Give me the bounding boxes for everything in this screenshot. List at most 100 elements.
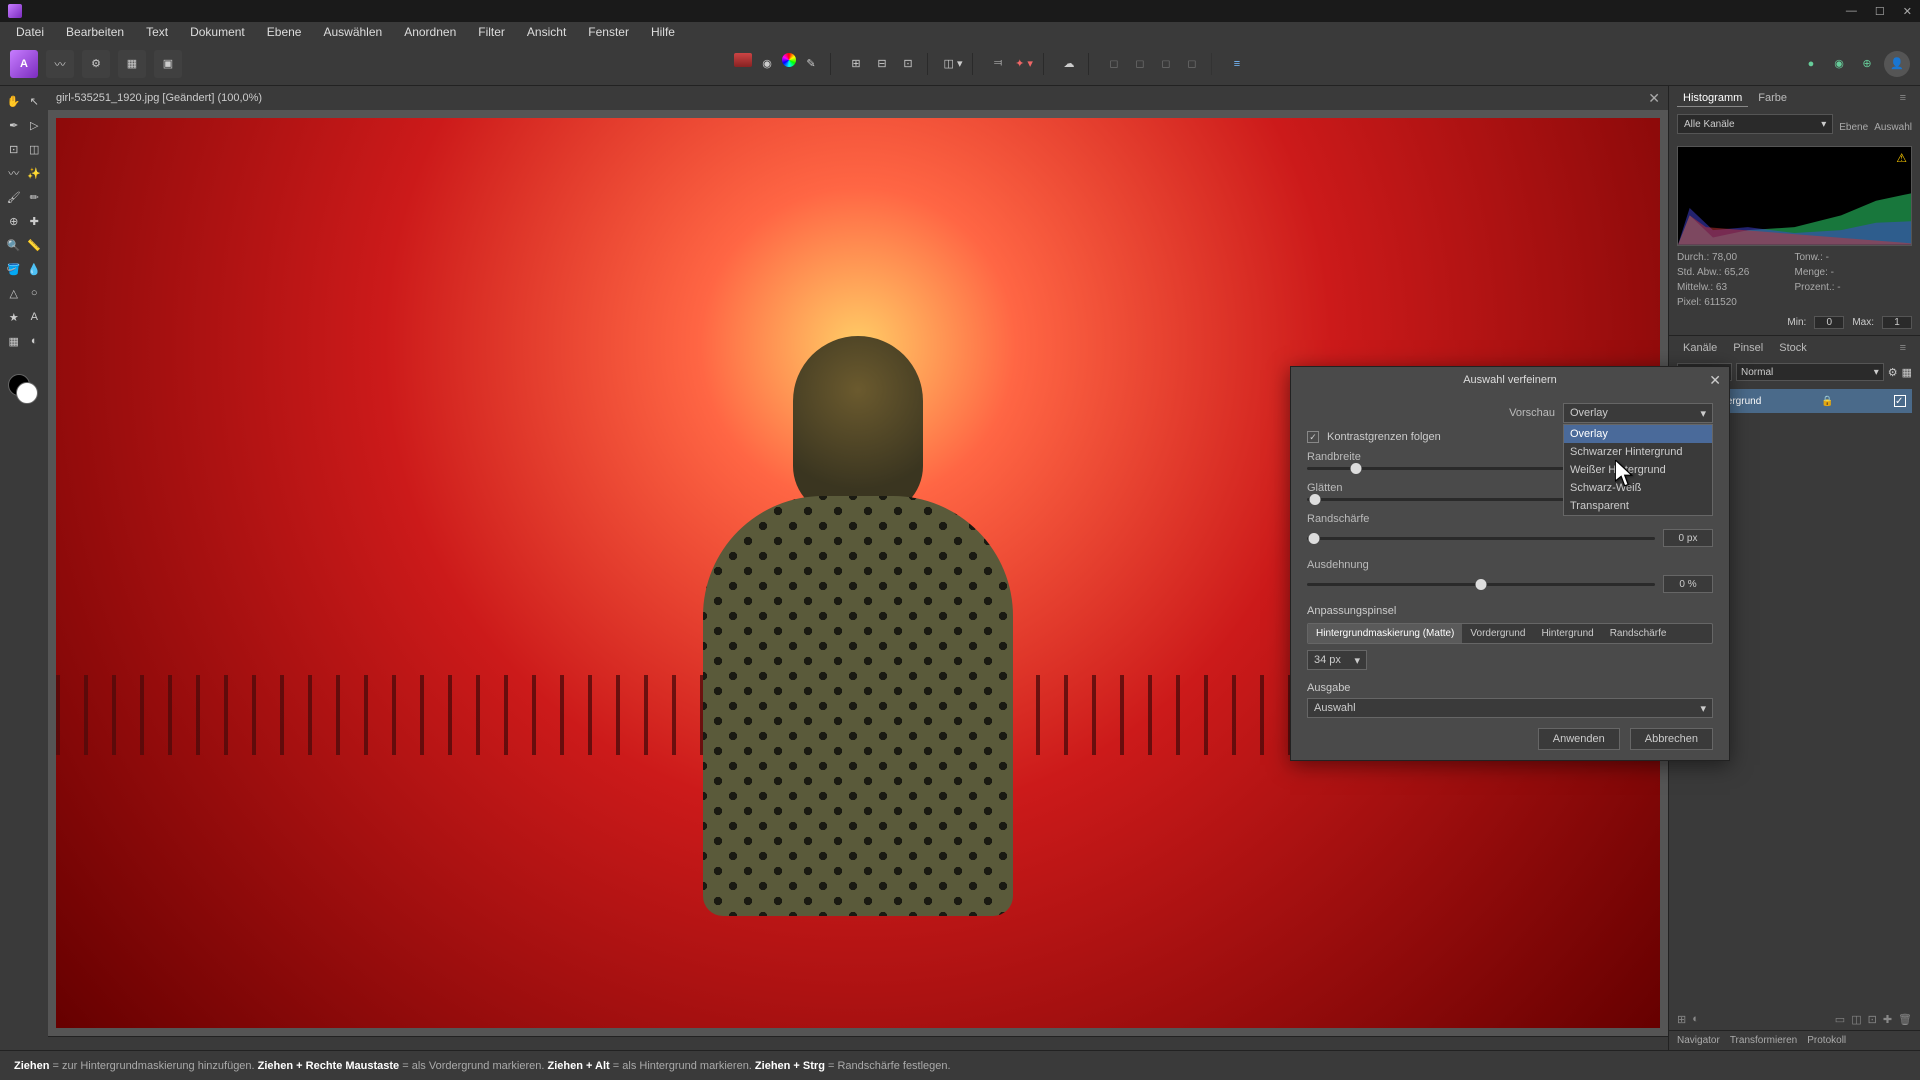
minimize-button[interactable]: — — [1846, 5, 1857, 18]
menu-auswaehlen[interactable]: Auswählen — [313, 23, 392, 41]
h-scrollbar[interactable] — [48, 1036, 1668, 1050]
color-swatch[interactable] — [8, 374, 38, 404]
align-icon[interactable]: ⫤ — [987, 53, 1009, 75]
marquee-tool[interactable]: ◫ — [26, 139, 44, 159]
li5-icon[interactable]: ⊡ — [1868, 1013, 1877, 1026]
opt-transparent[interactable]: Transparent — [1564, 497, 1712, 515]
circ3-icon[interactable]: ⊕ — [1856, 53, 1878, 75]
tab-stock[interactable]: Stock — [1773, 340, 1813, 356]
tab-pinsel[interactable]: Pinsel — [1727, 340, 1769, 356]
cloud-icon[interactable]: ☁ — [1058, 53, 1080, 75]
expand-value[interactable]: 0 % — [1663, 575, 1713, 593]
min-input[interactable] — [1814, 316, 1844, 329]
menu-ebene[interactable]: Ebene — [257, 23, 312, 41]
max-input[interactable] — [1882, 316, 1912, 329]
brush-tool[interactable]: 🖌 — [5, 187, 23, 207]
panel-menu2-icon[interactable]: ≡ — [1894, 340, 1912, 356]
list-icon[interactable]: ≡ — [1226, 53, 1248, 75]
mode-foreground[interactable]: Vordergrund — [1462, 624, 1533, 643]
menu-text[interactable]: Text — [136, 23, 178, 41]
menu-bearbeiten[interactable]: Bearbeiten — [56, 23, 134, 41]
tab-farbe[interactable]: Farbe — [1752, 90, 1793, 106]
hist-auswahl[interactable]: Auswahl — [1874, 122, 1912, 133]
li4-icon[interactable]: ◫ — [1851, 1013, 1861, 1026]
tab-histogramm[interactable]: Histogramm — [1677, 90, 1748, 107]
text-tool[interactable]: A — [26, 307, 44, 327]
layer-lock-icon[interactable]: 🔒 — [1821, 396, 1833, 407]
menu-hilfe[interactable]: Hilfe — [641, 23, 685, 41]
pen-tool[interactable]: ✒ — [5, 115, 23, 135]
feather-value[interactable]: 0 px — [1663, 529, 1713, 547]
hist-ebene[interactable]: Ebene — [1839, 122, 1868, 133]
li1-icon[interactable]: ⊞ — [1677, 1013, 1686, 1026]
magic-tool[interactable]: ✨ — [26, 163, 44, 183]
export-icon[interactable]: ▣ — [154, 50, 182, 78]
mode-background[interactable]: Hintergrund — [1533, 624, 1601, 643]
snap-icon[interactable]: ✦ ▾ — [1013, 53, 1035, 75]
opt-bw[interactable]: Schwarz-Weiß — [1564, 479, 1712, 497]
cancel-button[interactable]: Abbrechen — [1630, 728, 1713, 750]
eyedropper-icon[interactable]: ✎ — [800, 53, 822, 75]
circ2-icon[interactable]: ◉ — [1828, 53, 1850, 75]
expand-slider[interactable] — [1307, 583, 1655, 586]
document-tab[interactable]: girl-535251_1920.jpg [Geändert] (100,0%) — [56, 92, 262, 104]
li6-icon[interactable]: ✚ — [1883, 1013, 1892, 1026]
tab-transformieren[interactable]: Transformieren — [1730, 1035, 1797, 1046]
node-tool[interactable]: ▷ — [26, 115, 44, 135]
zoom-tool[interactable]: 🔍 — [5, 235, 23, 255]
circle-icon[interactable]: ◉ — [756, 53, 778, 75]
mode-matte[interactable]: Hintergrundmaskierung (Matte) — [1308, 624, 1462, 643]
tab-close-icon[interactable]: ✕ — [1648, 90, 1660, 107]
measure-tool[interactable]: 📏 — [26, 235, 44, 255]
preview-dropdown[interactable]: Overlay▾ Overlay Schwarzer Hintergrund W… — [1563, 403, 1713, 423]
dialog-close-icon[interactable]: ✕ — [1709, 372, 1721, 389]
pencil-tool[interactable]: ✏ — [26, 187, 44, 207]
menu-anordnen[interactable]: Anordnen — [394, 23, 466, 41]
menu-filter[interactable]: Filter — [468, 23, 515, 41]
sharpen-tool[interactable]: △ — [5, 283, 23, 303]
maximize-button[interactable]: ☐ — [1875, 5, 1885, 18]
contrast-checkbox[interactable]: ✓ — [1307, 431, 1319, 443]
brush-size-field[interactable]: 34 px▾ — [1307, 650, 1367, 670]
hand-tool[interactable]: ✋ — [5, 91, 23, 111]
crop-icon[interactable]: ◫ ▾ — [942, 53, 964, 75]
feather-slider[interactable] — [1307, 537, 1655, 540]
layer-visible-icon[interactable]: ✓ — [1894, 395, 1906, 407]
move-tool[interactable]: ↖ — [26, 91, 44, 111]
output-dropdown[interactable]: Auswahl▾ — [1307, 698, 1713, 718]
color-wheel-icon[interactable] — [782, 53, 796, 67]
lasso-tool[interactable]: 〰 — [5, 163, 23, 183]
tab-protokoll[interactable]: Protokoll — [1807, 1035, 1846, 1046]
grid3-icon[interactable]: ⊡ — [897, 53, 919, 75]
menu-datei[interactable]: Datei — [6, 23, 54, 41]
opt-overlay[interactable]: Overlay — [1564, 425, 1712, 443]
clone-tool[interactable]: ⊕ — [5, 211, 23, 231]
shape-tool[interactable]: ★ — [5, 307, 23, 327]
develop-icon[interactable]: ⚙ — [82, 50, 110, 78]
li2-icon[interactable]: ◐ — [1692, 1013, 1699, 1026]
blur-tool[interactable]: ○ — [26, 283, 44, 303]
crop-tool[interactable]: ⊡ — [5, 139, 23, 159]
apply-button[interactable]: Anwenden — [1538, 728, 1620, 750]
liquify-icon[interactable]: 〰 — [46, 50, 74, 78]
heal-tool[interactable]: ✚ — [26, 211, 44, 231]
user-avatar[interactable]: 👤 — [1884, 51, 1910, 77]
li7-icon[interactable]: 🗑 — [1898, 1013, 1912, 1026]
tab-navigator[interactable]: Navigator — [1677, 1035, 1720, 1046]
circ1-icon[interactable]: ● — [1800, 53, 1822, 75]
gradient-icon[interactable] — [734, 53, 752, 67]
tab-kanaele[interactable]: Kanäle — [1677, 340, 1723, 356]
panel-menu-icon[interactable]: ≡ — [1894, 90, 1912, 106]
dodge-tool[interactable]: ◐ — [26, 331, 44, 351]
li3-icon[interactable]: ▭ — [1835, 1013, 1845, 1026]
close-button[interactable]: ✕ — [1903, 5, 1912, 18]
lock-icon[interactable]: ▦ — [1902, 366, 1912, 379]
grid1-icon[interactable]: ⊞ — [845, 53, 867, 75]
channels-dropdown[interactable]: Alle Kanäle▾ — [1677, 114, 1833, 134]
menu-ansicht[interactable]: Ansicht — [517, 23, 576, 41]
menu-fenster[interactable]: Fenster — [578, 23, 639, 41]
opt-white-bg[interactable]: Weißer Hintergrund — [1564, 461, 1712, 479]
grid2-icon[interactable]: ⊟ — [871, 53, 893, 75]
fx-icon[interactable]: ⚙ — [1888, 366, 1898, 379]
mode-feather[interactable]: Randschärfe — [1602, 624, 1675, 643]
